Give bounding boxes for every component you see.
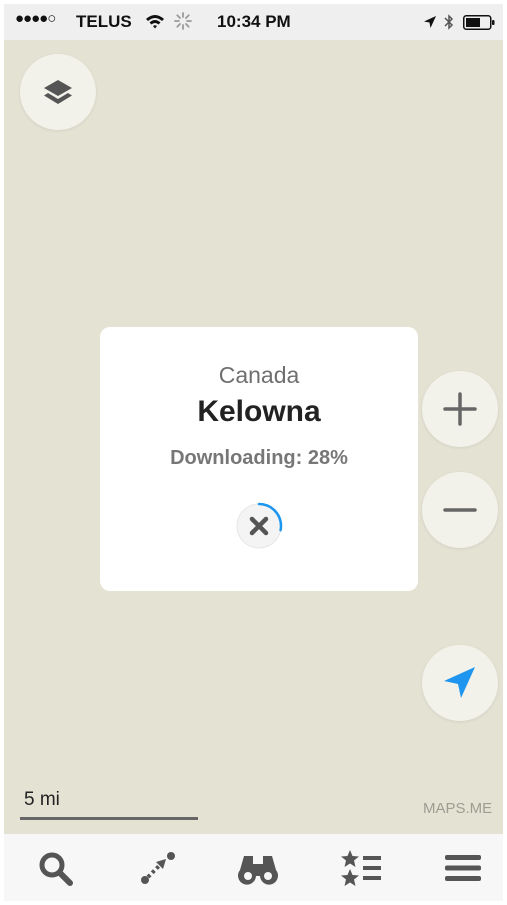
bluetooth-icon [444, 14, 454, 30]
activity-spinner-icon [174, 12, 192, 30]
bookmarks-icon [341, 850, 381, 886]
discovery-button[interactable] [236, 848, 280, 888]
zoom-out-button[interactable] [422, 472, 498, 548]
zoom-in-button[interactable] [422, 371, 498, 447]
app-frame: ●●●●○ TELUS 10:34 PM Canada Kelowna Down… [4, 4, 503, 901]
download-progress-card: Canada Kelowna Downloading: 28% [100, 327, 418, 591]
country-name: Canada [218, 362, 300, 388]
route-button[interactable] [136, 848, 180, 888]
carrier-name: TELUS [76, 12, 132, 31]
location-arrow-icon [444, 667, 475, 698]
wifi-icon [146, 15, 164, 29]
map-scale-label: 5 mi [24, 789, 60, 810]
layers-icon [44, 80, 72, 104]
menu-button[interactable] [441, 848, 485, 888]
cancel-download-button[interactable] [234, 501, 284, 551]
search-icon [39, 852, 73, 886]
battery-icon [463, 15, 495, 30]
status-bar: ●●●●○ TELUS 10:34 PM [4, 4, 503, 40]
location-services-icon [424, 16, 436, 28]
bottom-toolbar [4, 834, 503, 901]
city-name: Kelowna [197, 395, 321, 428]
map-scale-bar [20, 817, 198, 820]
layers-button[interactable] [20, 54, 96, 130]
search-button[interactable] [33, 848, 77, 888]
hamburger-icon [445, 855, 481, 881]
bookmarks-button[interactable] [340, 848, 384, 888]
download-status: Downloading: 28% [170, 447, 348, 469]
signal-strength: ●●●●○ [15, 10, 56, 27]
my-position-button[interactable] [422, 645, 498, 721]
plus-icon [443, 392, 477, 426]
route-icon [141, 852, 175, 884]
binoculars-icon [238, 856, 278, 885]
maps-me-watermark: MAPS.ME [423, 800, 493, 817]
minus-icon [443, 508, 477, 512]
status-time: 10:34 PM [217, 12, 291, 31]
